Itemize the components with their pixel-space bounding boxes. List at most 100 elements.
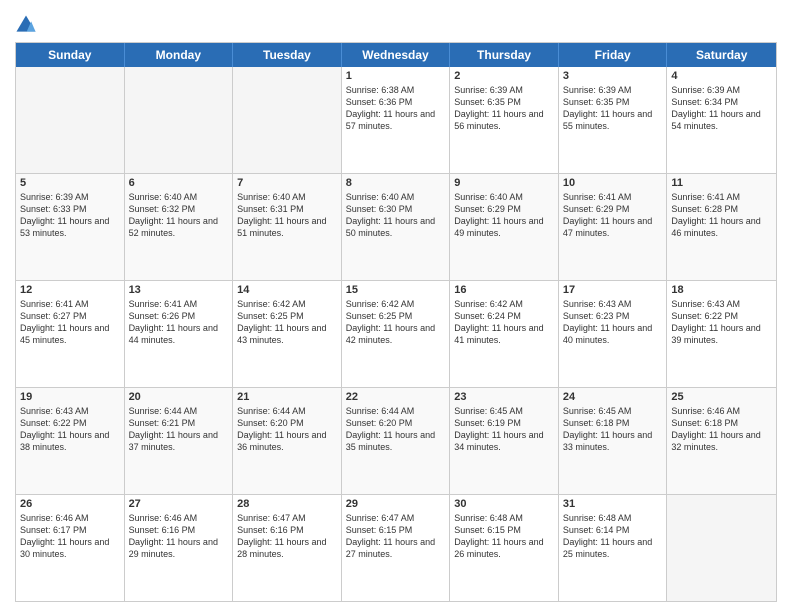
- cell-info: Sunrise: 6:44 AM Sunset: 6:21 PM Dayligh…: [129, 405, 229, 454]
- cal-header-cell: Saturday: [667, 43, 776, 67]
- cal-row: 26 Sunrise: 6:46 AM Sunset: 6:17 PM Dayli…: [16, 495, 776, 601]
- cal-cell: 8 Sunrise: 6:40 AM Sunset: 6:30 PM Daylig…: [342, 174, 451, 280]
- cal-cell: [667, 495, 776, 601]
- day-number: 24: [563, 391, 663, 403]
- cal-cell: 4 Sunrise: 6:39 AM Sunset: 6:34 PM Daylig…: [667, 67, 776, 173]
- day-number: 16: [454, 284, 554, 296]
- cell-info: Sunrise: 6:40 AM Sunset: 6:31 PM Dayligh…: [237, 191, 337, 240]
- logo: [15, 14, 39, 36]
- cal-cell: 2 Sunrise: 6:39 AM Sunset: 6:35 PM Daylig…: [450, 67, 559, 173]
- header: [15, 10, 777, 36]
- cell-info: Sunrise: 6:42 AM Sunset: 6:25 PM Dayligh…: [237, 298, 337, 347]
- cal-cell: 17 Sunrise: 6:43 AM Sunset: 6:23 PM Dayli…: [559, 281, 668, 387]
- day-number: 25: [671, 391, 772, 403]
- cal-cell: [16, 67, 125, 173]
- cell-info: Sunrise: 6:40 AM Sunset: 6:29 PM Dayligh…: [454, 191, 554, 240]
- day-number: 26: [20, 498, 120, 510]
- cell-info: Sunrise: 6:44 AM Sunset: 6:20 PM Dayligh…: [237, 405, 337, 454]
- day-number: 2: [454, 70, 554, 82]
- day-number: 19: [20, 391, 120, 403]
- cal-cell: 25 Sunrise: 6:46 AM Sunset: 6:18 PM Dayli…: [667, 388, 776, 494]
- cell-info: Sunrise: 6:43 AM Sunset: 6:22 PM Dayligh…: [20, 405, 120, 454]
- day-number: 15: [346, 284, 446, 296]
- cal-header-cell: Thursday: [450, 43, 559, 67]
- day-number: 31: [563, 498, 663, 510]
- cal-header-cell: Wednesday: [342, 43, 451, 67]
- cell-info: Sunrise: 6:41 AM Sunset: 6:26 PM Dayligh…: [129, 298, 229, 347]
- cell-info: Sunrise: 6:39 AM Sunset: 6:35 PM Dayligh…: [563, 84, 663, 133]
- cal-cell: [125, 67, 234, 173]
- cell-info: Sunrise: 6:39 AM Sunset: 6:35 PM Dayligh…: [454, 84, 554, 133]
- calendar-body: 1 Sunrise: 6:38 AM Sunset: 6:36 PM Daylig…: [16, 67, 776, 601]
- day-number: 21: [237, 391, 337, 403]
- cal-row: 19 Sunrise: 6:43 AM Sunset: 6:22 PM Dayli…: [16, 388, 776, 495]
- day-number: 13: [129, 284, 229, 296]
- cell-info: Sunrise: 6:41 AM Sunset: 6:27 PM Dayligh…: [20, 298, 120, 347]
- cell-info: Sunrise: 6:43 AM Sunset: 6:22 PM Dayligh…: [671, 298, 772, 347]
- day-number: 3: [563, 70, 663, 82]
- cell-info: Sunrise: 6:46 AM Sunset: 6:17 PM Dayligh…: [20, 512, 120, 561]
- cal-cell: 11Sunrise: 6:41 AM Sunset: 6:28 PM Dayli…: [667, 174, 776, 280]
- cal-cell: 29 Sunrise: 6:47 AM Sunset: 6:15 PM Dayli…: [342, 495, 451, 601]
- cell-info: Sunrise: 6:46 AM Sunset: 6:18 PM Dayligh…: [671, 405, 772, 454]
- page: SundayMondayTuesdayWednesdayThursdayFrid…: [0, 0, 792, 612]
- cell-info: Sunrise: 6:38 AM Sunset: 6:36 PM Dayligh…: [346, 84, 446, 133]
- cal-cell: 18 Sunrise: 6:43 AM Sunset: 6:22 PM Dayli…: [667, 281, 776, 387]
- cal-cell: 1 Sunrise: 6:38 AM Sunset: 6:36 PM Daylig…: [342, 67, 451, 173]
- cell-info: Sunrise: 6:48 AM Sunset: 6:14 PM Dayligh…: [563, 512, 663, 561]
- cal-cell: 13 Sunrise: 6:41 AM Sunset: 6:26 PM Dayli…: [125, 281, 234, 387]
- cal-cell: 10 Sunrise: 6:41 AM Sunset: 6:29 PM Dayli…: [559, 174, 668, 280]
- cal-header-cell: Monday: [125, 43, 234, 67]
- day-number: 8: [346, 177, 446, 189]
- day-number: 14: [237, 284, 337, 296]
- calendar-header-row: SundayMondayTuesdayWednesdayThursdayFrid…: [16, 43, 776, 67]
- cell-info: Sunrise: 6:42 AM Sunset: 6:24 PM Dayligh…: [454, 298, 554, 347]
- cal-header-cell: Friday: [559, 43, 668, 67]
- cal-header-cell: Sunday: [16, 43, 125, 67]
- cell-info: Sunrise: 6:39 AM Sunset: 6:34 PM Dayligh…: [671, 84, 772, 133]
- cell-info: Sunrise: 6:40 AM Sunset: 6:30 PM Dayligh…: [346, 191, 446, 240]
- day-number: 7: [237, 177, 337, 189]
- cell-info: Sunrise: 6:43 AM Sunset: 6:23 PM Dayligh…: [563, 298, 663, 347]
- cal-cell: 9Sunrise: 6:40 AM Sunset: 6:29 PM Daylig…: [450, 174, 559, 280]
- cal-cell: 26 Sunrise: 6:46 AM Sunset: 6:17 PM Dayli…: [16, 495, 125, 601]
- cal-cell: 19 Sunrise: 6:43 AM Sunset: 6:22 PM Dayli…: [16, 388, 125, 494]
- cell-info: Sunrise: 6:44 AM Sunset: 6:20 PM Dayligh…: [346, 405, 446, 454]
- cal-cell: 6Sunrise: 6:40 AM Sunset: 6:32 PM Daylig…: [125, 174, 234, 280]
- cal-header-cell: Tuesday: [233, 43, 342, 67]
- day-number: 29: [346, 498, 446, 510]
- cal-cell: 21 Sunrise: 6:44 AM Sunset: 6:20 PM Dayli…: [233, 388, 342, 494]
- cal-row: 1 Sunrise: 6:38 AM Sunset: 6:36 PM Daylig…: [16, 67, 776, 174]
- day-number: 20: [129, 391, 229, 403]
- cal-row: 5Sunrise: 6:39 AM Sunset: 6:33 PM Daylig…: [16, 174, 776, 281]
- cal-cell: 28Sunrise: 6:47 AM Sunset: 6:16 PM Dayli…: [233, 495, 342, 601]
- cal-cell: 30 Sunrise: 6:48 AM Sunset: 6:15 PM Dayli…: [450, 495, 559, 601]
- day-number: 17: [563, 284, 663, 296]
- cal-cell: 14 Sunrise: 6:42 AM Sunset: 6:25 PM Dayli…: [233, 281, 342, 387]
- cell-info: Sunrise: 6:41 AM Sunset: 6:29 PM Dayligh…: [563, 191, 663, 240]
- cell-info: Sunrise: 6:46 AM Sunset: 6:16 PM Dayligh…: [129, 512, 229, 561]
- cell-info: Sunrise: 6:48 AM Sunset: 6:15 PM Dayligh…: [454, 512, 554, 561]
- cal-cell: 24Sunrise: 6:45 AM Sunset: 6:18 PM Dayli…: [559, 388, 668, 494]
- day-number: 18: [671, 284, 772, 296]
- cal-cell: [233, 67, 342, 173]
- cal-cell: 22 Sunrise: 6:44 AM Sunset: 6:20 PM Dayli…: [342, 388, 451, 494]
- day-number: 30: [454, 498, 554, 510]
- cal-cell: 7 Sunrise: 6:40 AM Sunset: 6:31 PM Daylig…: [233, 174, 342, 280]
- day-number: 10: [563, 177, 663, 189]
- day-number: 23: [454, 391, 554, 403]
- day-number: 22: [346, 391, 446, 403]
- cell-info: Sunrise: 6:47 AM Sunset: 6:15 PM Dayligh…: [346, 512, 446, 561]
- day-number: 5: [20, 177, 120, 189]
- day-number: 28: [237, 498, 337, 510]
- cal-cell: 12Sunrise: 6:41 AM Sunset: 6:27 PM Dayli…: [16, 281, 125, 387]
- cal-cell: 15Sunrise: 6:42 AM Sunset: 6:25 PM Dayli…: [342, 281, 451, 387]
- cell-info: Sunrise: 6:41 AM Sunset: 6:28 PM Dayligh…: [671, 191, 772, 240]
- day-number: 27: [129, 498, 229, 510]
- cal-cell: 20 Sunrise: 6:44 AM Sunset: 6:21 PM Dayli…: [125, 388, 234, 494]
- logo-icon: [15, 14, 37, 36]
- cal-cell: 31 Sunrise: 6:48 AM Sunset: 6:14 PM Dayli…: [559, 495, 668, 601]
- day-number: 1: [346, 70, 446, 82]
- day-number: 4: [671, 70, 772, 82]
- cal-cell: 16 Sunrise: 6:42 AM Sunset: 6:24 PM Dayli…: [450, 281, 559, 387]
